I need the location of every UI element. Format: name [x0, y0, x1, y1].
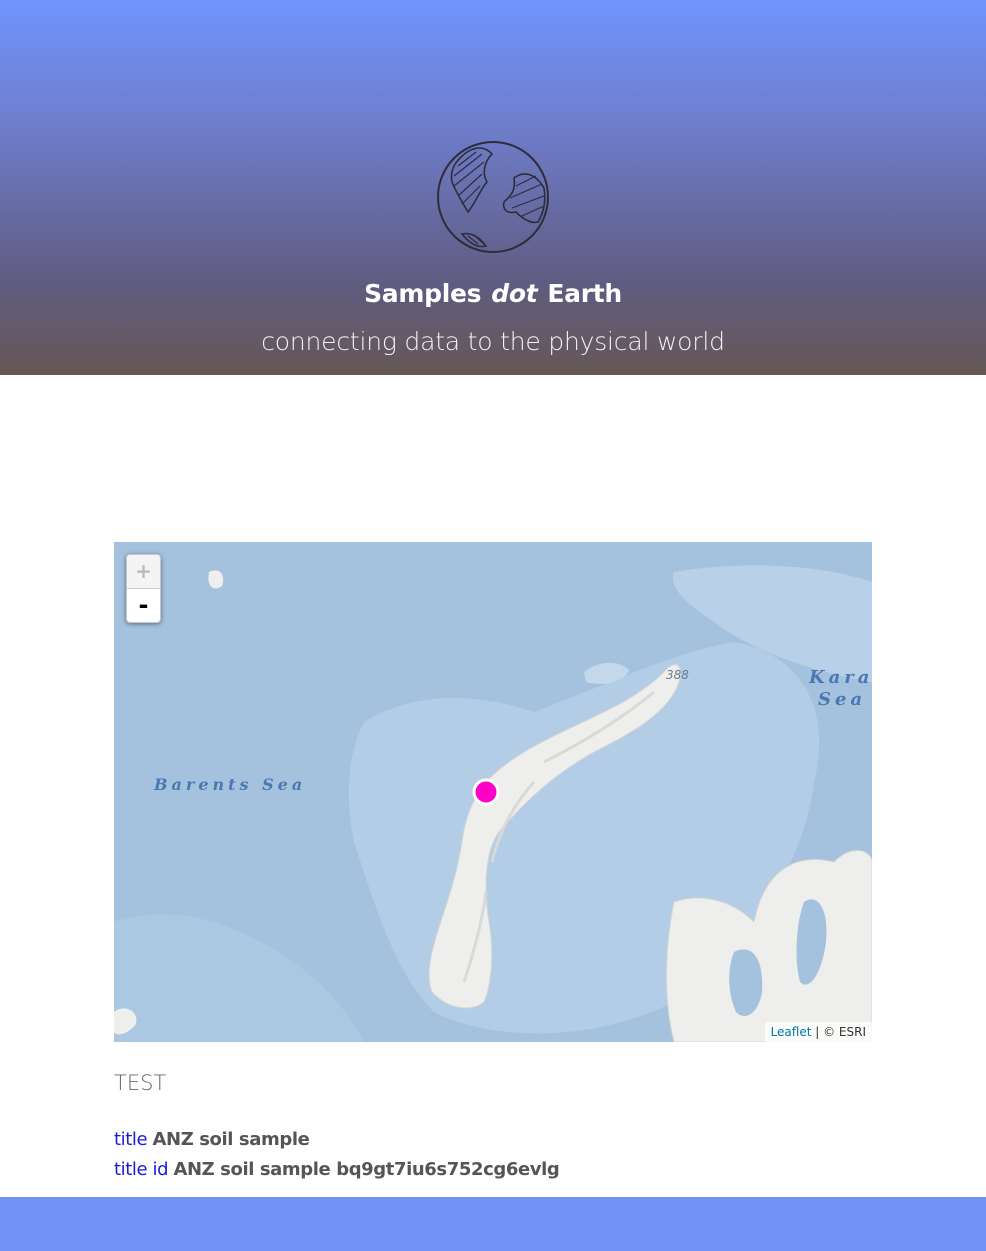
- site-title-dot: dot: [491, 279, 538, 308]
- sample-heading: TEST: [114, 1071, 167, 1095]
- map-view[interactable]: + - Barents Sea Kara Sea 388 Leaflet | ©…: [114, 542, 872, 1042]
- kara-sea-label-line1: Kara: [808, 667, 872, 688]
- property-value: ANZ soil sample: [152, 1129, 310, 1150]
- site-title-samples: Samples: [364, 279, 482, 308]
- kara-sea-label-line2: Sea: [818, 689, 866, 710]
- property-key: title: [114, 1129, 148, 1150]
- header-banner: Samples dot Earth connecting data to the p…: [0, 0, 986, 375]
- attribution-text: | © ESRI: [815, 1025, 866, 1039]
- tagline: connecting data to the physical world: [261, 327, 725, 356]
- site-title-earth: Earth: [547, 279, 622, 308]
- leaflet-link[interactable]: Leaflet: [771, 1025, 812, 1039]
- map-attribution: Leaflet | © ESRI: [764, 1022, 872, 1042]
- sample-location-marker[interactable]: [472, 778, 500, 806]
- footer-bar: [0, 1197, 986, 1251]
- property-row-title-id: title id ANZ soil sample bq9gt7iu6s752cg…: [114, 1158, 560, 1182]
- property-row-title: title ANZ soil sample: [114, 1128, 310, 1152]
- site-title[interactable]: Samples dot Earth: [0, 278, 986, 310]
- globe-sketch-icon: [437, 141, 549, 253]
- barents-sea-label: Barents Sea: [153, 775, 306, 794]
- property-value: ANZ soil sample bq9gt7iu6s752cg6evlg: [173, 1159, 560, 1180]
- elevation-label: 388: [666, 668, 689, 682]
- property-key: title id: [114, 1159, 169, 1180]
- map-labels: Barents Sea Kara Sea 388: [153, 667, 872, 806]
